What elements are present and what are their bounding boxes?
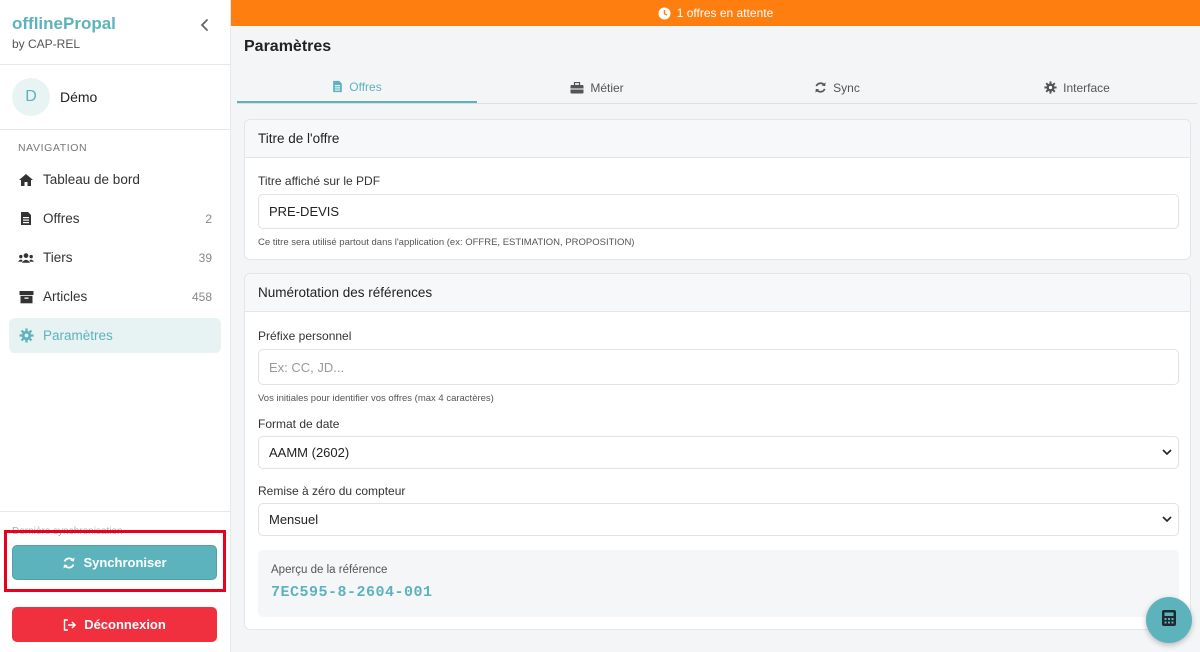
sidebar-item-dashboard[interactable]: Tableau de bord: [9, 162, 221, 197]
sidebar-item-label: Paramètres: [43, 328, 113, 343]
calculator-button[interactable]: [1146, 597, 1192, 643]
calculator-icon: [1161, 609, 1177, 632]
gear-icon: [1044, 81, 1057, 94]
tab-interface[interactable]: Interface: [957, 72, 1197, 103]
tab-label: Métier: [590, 80, 624, 95]
sidebar-item-label: Tableau de bord: [43, 172, 140, 187]
logout-button-label: Déconnexion: [84, 617, 166, 632]
chevron-left-icon[interactable]: [198, 17, 212, 33]
card-heading: Numérotation des références: [245, 274, 1190, 312]
sidebar: offlinePropal by CAP-REL D Démo NAVIGATI…: [0, 0, 231, 652]
user-name: Démo: [60, 89, 98, 105]
avatar: D: [12, 78, 50, 116]
tab-label: Interface: [1063, 80, 1110, 95]
numbering-card: Numérotation des références Préfixe pers…: [244, 273, 1191, 630]
counter-reset-value: Mensuel: [269, 512, 319, 527]
sync-button-label: Synchroniser: [83, 555, 167, 570]
main-content: Paramètres Offres Métier Sync Interface: [231, 26, 1200, 652]
sync-button[interactable]: Synchroniser: [12, 545, 217, 580]
file-icon: [18, 211, 34, 227]
home-icon: [18, 172, 34, 188]
brand: offlinePropal by CAP-REL: [0, 0, 230, 65]
pdf-title-help: Ce titre sera utilisé partout dans l'app…: [258, 237, 635, 248]
tab-offres[interactable]: Offres: [237, 72, 477, 103]
tab-metier[interactable]: Métier: [477, 72, 717, 103]
sidebar-item-parametres[interactable]: Paramètres: [9, 318, 221, 353]
gear-icon: [18, 328, 34, 344]
prefix-label: Préfixe personnel: [258, 329, 352, 343]
reference-preview: Aperçu de la référence 7EC595-8-2604-001: [258, 550, 1179, 617]
sidebar-item-count: 2: [205, 211, 212, 226]
sidebar-footer: Dernière synchronisation Synchroniser Dé…: [0, 511, 231, 652]
date-format-label: Format de date: [258, 417, 340, 431]
sidebar-item-label: Articles: [43, 289, 88, 304]
pending-offers-banner: 1 offres en attente: [231, 0, 1200, 26]
date-format-select[interactable]: AAMM (2602): [258, 436, 1179, 469]
offer-title-card: Titre de l'offre Titre affiché sur le PD…: [244, 119, 1191, 260]
sidebar-item-articles[interactable]: Articles 458: [9, 279, 221, 314]
tab-sync[interactable]: Sync: [717, 72, 957, 103]
nav-section-label: NAVIGATION: [18, 142, 88, 154]
prefix-help: Vos initiales pour identifier vos offres…: [258, 393, 494, 404]
prefix-input[interactable]: [258, 349, 1179, 385]
clock-icon: [658, 7, 671, 20]
page-title: Paramètres: [244, 38, 332, 55]
brand-subtitle: by CAP-REL: [12, 37, 81, 51]
sidebar-item-count: 39: [198, 250, 212, 265]
preview-label: Aperçu de la référence: [271, 564, 388, 576]
counter-reset-select[interactable]: Mensuel: [258, 503, 1179, 536]
sync-icon: [62, 556, 76, 570]
chevron-down-icon: [1162, 449, 1172, 456]
pdf-title-input[interactable]: [258, 194, 1179, 229]
sidebar-item-label: Offres: [43, 211, 80, 226]
counter-reset-label: Remise à zéro du compteur: [258, 484, 406, 498]
brand-title: offlinePropal: [12, 14, 116, 33]
card-heading: Titre de l'offre: [245, 120, 1190, 158]
user-profile: D Démo: [0, 65, 230, 130]
tab-label: Sync: [833, 80, 860, 95]
file-icon: [332, 80, 343, 93]
tab-label: Offres: [349, 79, 382, 94]
date-format-value: AAMM (2602): [269, 445, 350, 460]
briefcase-icon: [570, 81, 584, 94]
box-icon: [18, 289, 34, 305]
sign-out-icon: [63, 618, 77, 631]
pdf-title-label: Titre affiché sur le PDF: [258, 174, 381, 188]
sidebar-item-tiers[interactable]: Tiers 39: [9, 240, 221, 275]
sidebar-item-label: Tiers: [43, 250, 73, 265]
preview-reference-value: 7EC595-8-2604-001: [271, 584, 433, 601]
logout-button[interactable]: Déconnexion: [12, 607, 217, 642]
chevron-down-icon: [1162, 516, 1172, 523]
sync-icon: [814, 81, 827, 94]
sidebar-item-count: 458: [191, 289, 212, 304]
banner-text: 1 offres en attente: [676, 6, 774, 20]
settings-tabs: Offres Métier Sync Interface: [237, 72, 1197, 104]
sidebar-item-offres[interactable]: Offres 2: [9, 201, 221, 236]
users-icon: [18, 250, 34, 266]
